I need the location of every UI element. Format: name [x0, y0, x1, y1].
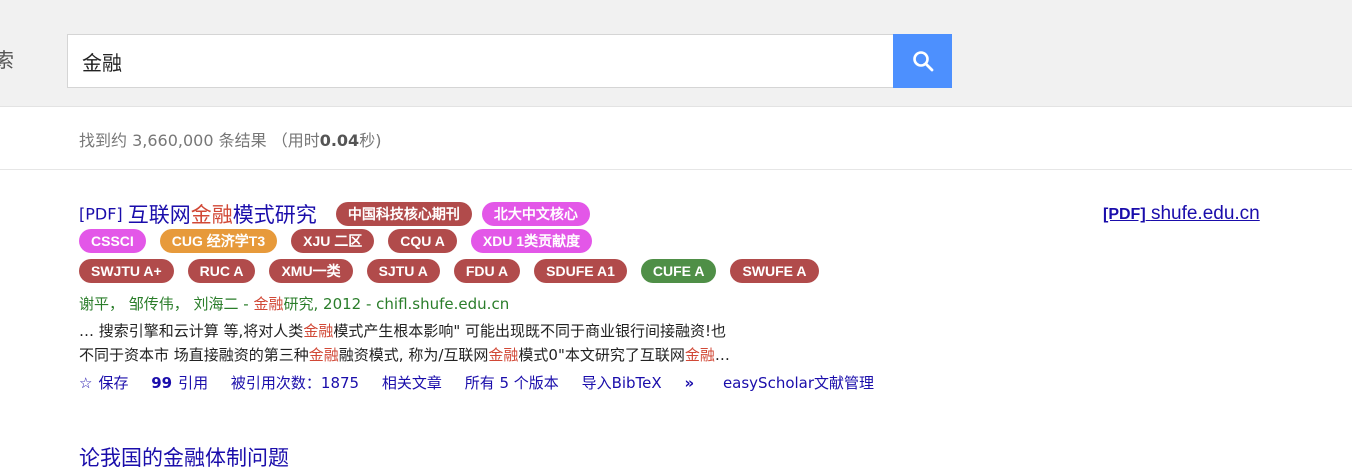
next-title-part: 体制问题: [205, 446, 289, 470]
result-snippet: … 搜索引擎和云计算 等,将对人类金融模式产生根本影响" 可能出现既不同于商业银…: [79, 319, 1339, 367]
keyword-highlight: 金融: [308, 346, 339, 364]
stats-suffix: 秒): [359, 131, 382, 150]
search-result: [PDF] 互联网金融模式研究 中国科技核心期刊 北大中文核心 CSSCI CUG …: [79, 199, 1339, 396]
search-header: 索: [0, 0, 1352, 107]
result-actions: ☆ 保存 99 引用 被引用次数：1875 相关文章 所有 5 个版本 导入BibT…: [79, 370, 1339, 396]
ranking-badge: CSSCI: [79, 229, 146, 253]
stats-prefix: 找到约 3,660,000 条结果 （用时: [79, 131, 320, 150]
cite-button[interactable]: 99 引用: [151, 374, 208, 392]
ranking-badge: 中国科技核心期刊: [335, 202, 472, 226]
stats-time: 0.04: [319, 131, 360, 150]
next-title-highlight: 金融: [163, 446, 205, 470]
ranking-badge: FDU A: [453, 259, 521, 283]
ranking-badge: CUFE A: [640, 259, 717, 283]
journal-highlight: 金融: [253, 295, 284, 313]
related-articles-link[interactable]: 相关文章: [382, 374, 442, 392]
more-button[interactable]: »: [684, 374, 700, 392]
ranking-badge: RUC A: [187, 259, 256, 283]
search-input[interactable]: [67, 34, 893, 88]
cite-label: 引用: [178, 374, 209, 392]
keyword-highlight: 金融: [488, 346, 519, 364]
journal-info: 研究, 2012 - chifl.shufe.edu.cn: [283, 295, 510, 313]
save-button[interactable]: ☆ 保存: [79, 374, 128, 392]
result-title-link[interactable]: 互联网金融模式研究: [128, 203, 317, 227]
snippet-line: 不同于资本市 场直接融资的第三种金融融资模式, 称为/互联网金融模式0"本文研究…: [79, 346, 730, 364]
result-stats: 找到约 3,660,000 条结果 （用时0.04秒): [79, 127, 381, 151]
ranking-badge: XMU一类: [269, 259, 353, 283]
next-result-title[interactable]: 论我国的金融体制问题: [79, 442, 289, 470]
pdf-prefix: [PDF]: [79, 204, 123, 224]
side-domain: shufe.edu.cn: [1150, 203, 1260, 224]
ranking-badges: CSSCI CUG 经济学T3 XJU 二区 CQU A XDU 1类贡献度: [79, 229, 1339, 261]
ranking-badges: SWJTU A+ RUC A XMU一类 SJTU A FDU A SDUFE A1 CUF…: [79, 259, 1339, 291]
search-label-fragment: 索: [0, 48, 14, 72]
search-button[interactable]: [893, 34, 952, 88]
ranking-badge: CUG 经济学T3: [159, 229, 278, 253]
keyword-highlight: 金融: [684, 346, 715, 364]
ranking-badge: 北大中文核心: [481, 202, 590, 226]
quote-icon: 99: [151, 374, 173, 392]
ranking-badge: SWJTU A+: [79, 259, 174, 283]
ranking-badge: SDUFE A1: [534, 259, 627, 283]
easyscholar-link[interactable]: easyScholar文献管理: [723, 374, 874, 392]
side-pdf-prefix: [PDF]: [1103, 206, 1146, 223]
search-icon: [912, 51, 933, 72]
title-part: 模式研究: [232, 203, 317, 227]
import-bibtex-link[interactable]: 导入BibTeX: [582, 374, 662, 392]
ranking-badge: XJU 二区: [291, 229, 375, 253]
save-label: 保存: [98, 374, 129, 392]
authors-text: 谢平， 邹传伟， 刘海二 -: [79, 295, 254, 313]
title-part: 互联网: [127, 203, 191, 227]
cited-by-link[interactable]: 被引用次数：1875: [231, 374, 359, 392]
next-title-part: 论我国的: [79, 446, 163, 470]
journal-badges: 中国科技核心期刊 北大中文核心: [322, 202, 600, 226]
ranking-badge: SWUFE A: [730, 259, 819, 283]
result-authors: 谢平， 邹传伟， 刘海二 - 金融研究, 2012 - chifl.shufe.…: [79, 291, 1339, 317]
ranking-badge: XDU 1类贡献度: [470, 229, 593, 253]
pdf-side-link[interactable]: [PDF] shufe.edu.cn: [1103, 203, 1260, 225]
title-highlight: 金融: [190, 203, 233, 227]
double-chevron-icon: »: [684, 374, 695, 392]
star-icon: ☆: [79, 374, 93, 392]
snippet-line: … 搜索引擎和云计算 等,将对人类金融模式产生根本影响" 可能出现既不同于商业银…: [79, 322, 727, 340]
divider: [0, 169, 1352, 170]
all-versions-link[interactable]: 所有 5 个版本: [465, 374, 559, 392]
ranking-badge: SJTU A: [366, 259, 440, 283]
ranking-badge: CQU A: [388, 229, 457, 253]
keyword-highlight: 金融: [303, 322, 334, 340]
